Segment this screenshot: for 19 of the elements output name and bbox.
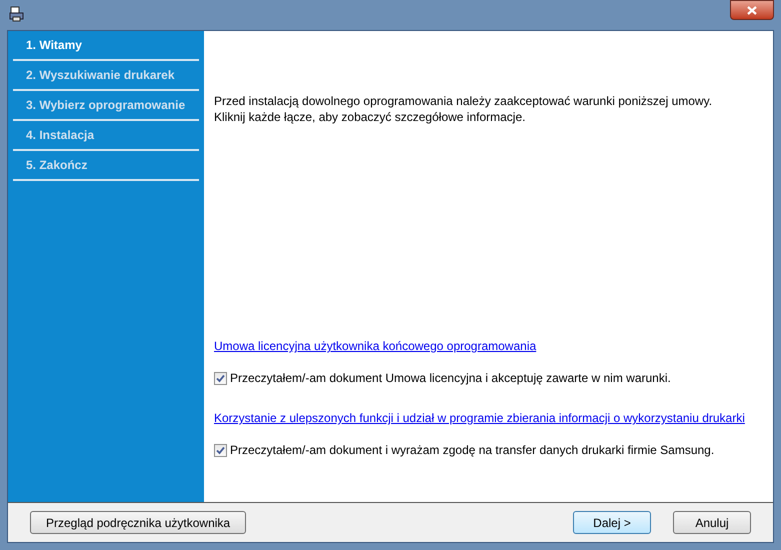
step-item: 4. Instalacja: [13, 121, 199, 151]
next-button[interactable]: Dalej >: [573, 511, 651, 534]
close-button[interactable]: [730, 0, 774, 20]
printer-icon: [9, 6, 25, 22]
cancel-button[interactable]: Anuluj: [673, 511, 751, 534]
step-item: 1. Witamy: [13, 31, 199, 61]
agreement-link[interactable]: Korzystanie z ulepszonych funkcji i udział w programie zbierania informacji o wykorzystaniu drukarki: [214, 409, 745, 427]
close-icon: [747, 6, 757, 14]
step-item: 3. Wybierz oprogramowanie: [13, 91, 199, 121]
step-item: 5. Zakończ: [13, 151, 199, 181]
checkbox-label: Przeczytałem/-am dokument i wyrażam zgodę na transfer danych drukarki firmie Samsung.: [230, 442, 714, 459]
user-guide-button[interactable]: Przegląd podręcznika użytkownika: [30, 511, 246, 534]
agreement-link[interactable]: Umowa licencyjna użytkownika końcowego oprogramowania: [214, 337, 536, 355]
checkbox[interactable]: [214, 372, 227, 384]
instruction-text: Przed instalacją dowolnego oprogramowania należy zaakceptować warunki poniższej umowy.: [214, 93, 714, 109]
instruction-text: Kliknij każde łącze, aby zobaczyć szczegółowe informacje.: [214, 109, 526, 125]
checkbox-label: Przeczytałem/-am dokument Umowa licencyjna i akceptuję zawarte w nim warunki.: [230, 370, 671, 387]
checkbox[interactable]: [214, 444, 227, 456]
step-item: 2. Wyszukiwanie drukarek: [13, 61, 199, 91]
